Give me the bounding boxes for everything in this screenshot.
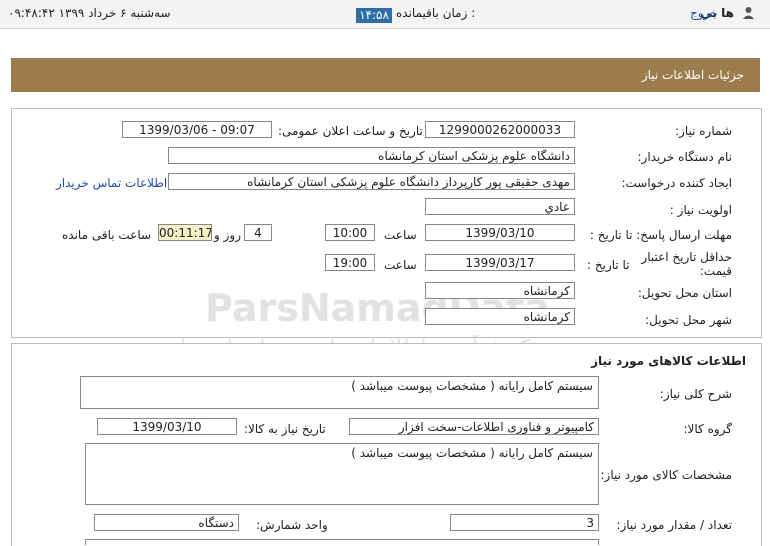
validity-label-line1: حداقل تاریخ اعتبار (641, 250, 732, 264)
top-bar: ها بی خروج زمان باقیمانده : ۱۴:۵۸ سه‌شنب… (0, 0, 770, 29)
validity-time-label: ساعت (384, 258, 417, 272)
announce-label: تاریخ و ساعت اعلان عمومی: (278, 124, 423, 138)
need-number-field: 1299000262000033 (425, 121, 575, 138)
remaining-time-label: ساعت باقی مانده (62, 228, 152, 242)
group-field: کامپیوتر و فناوری اطلاعات-سخت افزار (349, 418, 599, 435)
quantity-label: تعداد / مقدار مورد نیاز: (616, 518, 732, 532)
quantity-field: 3 (450, 514, 599, 531)
reply-deadline-label: مهلت ارسال پاسخ: تا تاریخ : (589, 228, 732, 242)
group-label: گروه کالا: (683, 422, 733, 436)
buyer-contact-link[interactable]: اطلاعات تماس خریدار (56, 176, 167, 190)
need-number-label: شماره نیاز: (675, 124, 732, 138)
next-row-field (85, 539, 599, 545)
city-label: شهر محل تحویل: (645, 313, 732, 327)
goods-section-title: اطلاعات کالاهای مورد نیاز (591, 354, 746, 368)
page-header: جزئیات اطلاعات نیاز (11, 58, 760, 92)
specs-label: مشخصات کالای مورد نیاز: (600, 468, 732, 482)
buyer-field: دانشگاه علوم پزشکی استان کرمانشاه (168, 147, 575, 164)
reply-date-field: 1399/03/10 (425, 224, 575, 241)
priority-label: اولویت نیاز : (669, 203, 732, 217)
remaining-time-label: زمان باقیمانده : (396, 6, 476, 20)
validity-time-field: 19:00 (325, 254, 375, 271)
province-field: کرمانشاه (425, 282, 575, 299)
reply-time-field: 10:00 (325, 224, 375, 241)
remaining-time-field: 00:11:17 (158, 224, 212, 241)
requester-field: مهدی حقیقی پور کارپرداز دانشگاه علوم پزش… (168, 173, 575, 190)
current-datetime: سه‌شنبه ۶ خرداد ۱۳۹۹ ۰۹:۴۸:۴۲ (8, 6, 171, 20)
user-icon[interactable] (742, 6, 755, 19)
city-field: کرمانشاه (425, 308, 575, 325)
requester-label: ایجاد کننده درخواست: (621, 176, 732, 190)
priority-field: عادي (425, 198, 575, 215)
validity-label-line2: قیمت: (699, 264, 732, 278)
province-label: استان محل تحویل: (637, 286, 732, 300)
session-timer: ۱۴:۵۸ (356, 8, 392, 23)
logout-link[interactable]: خروج (690, 6, 718, 20)
specs-field: سیستم کامل رایانه ( مشخصات پیوست میباشد … (85, 443, 599, 505)
page-title: جزئیات اطلاعات نیاز (641, 68, 744, 82)
buyer-label: نام دستگاه خریدار: (637, 150, 733, 164)
summary-label: شرح کلی نیاز: (659, 387, 732, 401)
remaining-days-field: 4 (244, 224, 272, 241)
days-label: روز و (214, 228, 241, 242)
summary-field: سیستم کامل رایانه ( مشخصات پیوست میباشد … (80, 376, 599, 409)
details-panel (11, 108, 762, 338)
unit-label: واحد شمارش: (256, 518, 328, 532)
validity-date-field: 1399/03/17 (425, 254, 575, 271)
reply-time-label: ساعت (384, 228, 417, 242)
announce-field: 1399/03/06 - 09:07 (122, 121, 272, 138)
unit-field: دستگاه (94, 514, 239, 531)
need-date-field: 1399/03/10 (97, 418, 237, 435)
need-date-label: تاریخ نیاز به کالا: (244, 422, 326, 436)
validity-to-label: تا تاریخ : (587, 258, 630, 272)
